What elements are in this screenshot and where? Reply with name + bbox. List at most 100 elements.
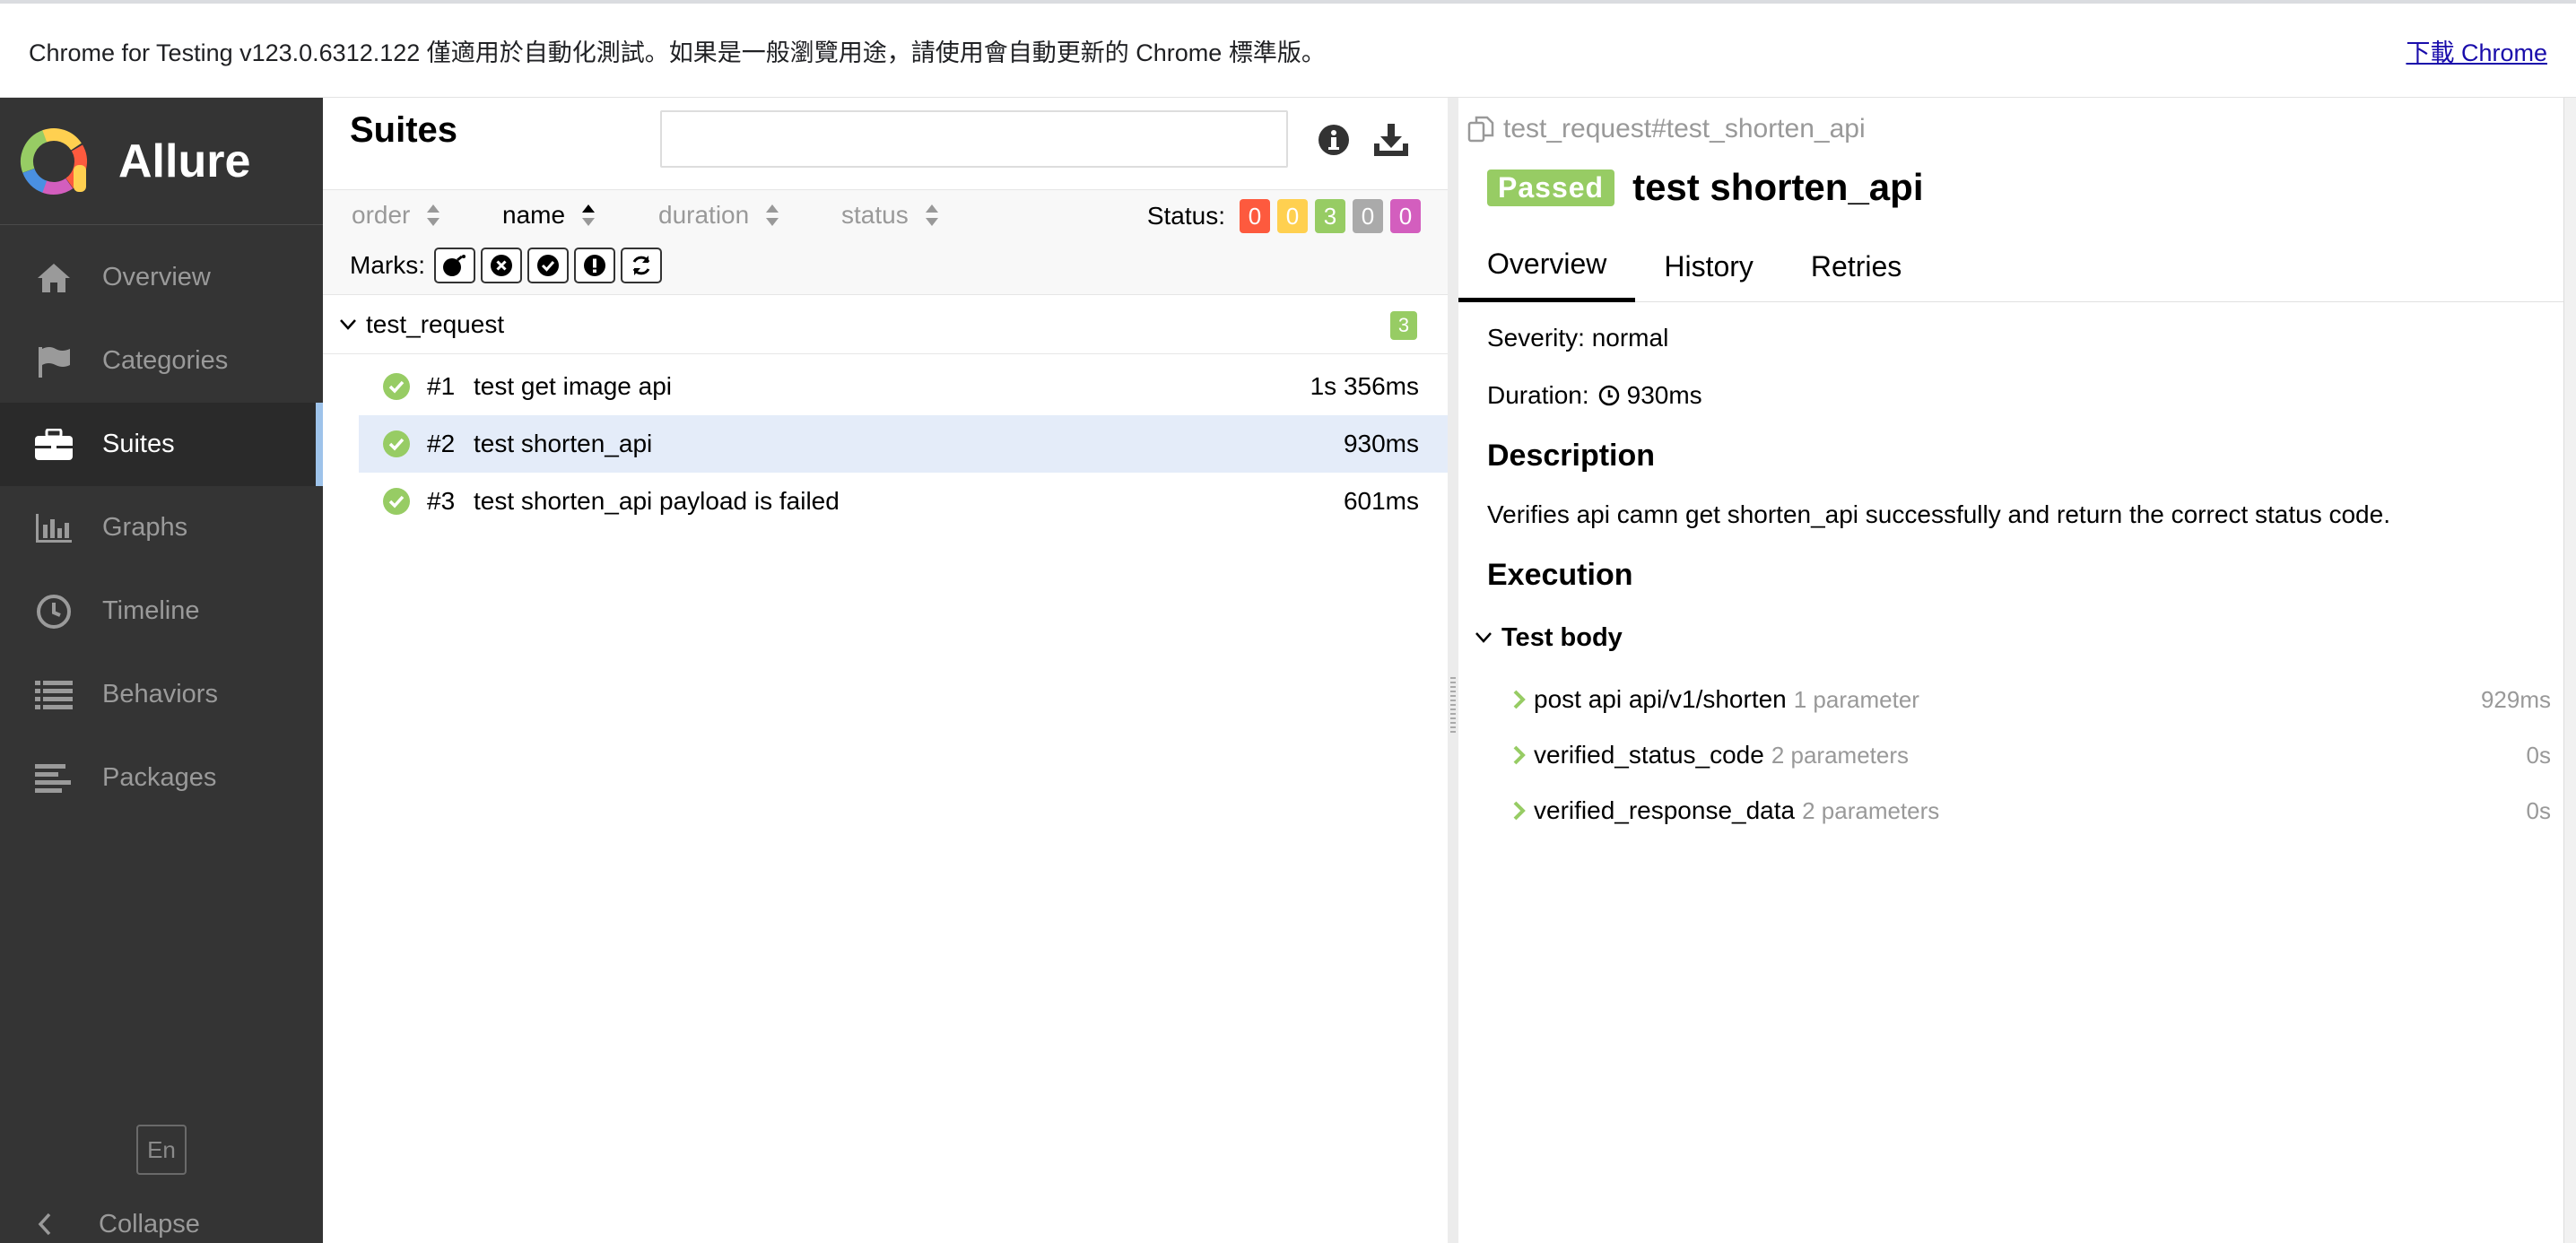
sidebar-item-label: Graphs [102,513,188,542]
passed-status-icon [383,373,410,400]
collapse-button[interactable]: Collapse [0,1196,323,1243]
retries-mark-button[interactable] [621,248,662,283]
step-params: 1 parameter [1793,685,1919,713]
status-filter-label: Status: [1146,202,1225,230]
sort-order[interactable]: order [352,201,440,230]
pane-splitter[interactable] [1448,98,1458,1243]
description-heading: Description [1487,439,1656,473]
execution-steps: Test body post api api/v1/shorten 1 para… [1475,618,2551,839]
sort-name-label: name [502,201,566,229]
list-icon [34,675,74,715]
download-chrome-link[interactable]: 下載 Chrome [2406,33,2547,68]
sidebar-item-graphs[interactable]: Graphs [0,486,323,569]
failed-count-badge[interactable]: 0 [1240,199,1270,233]
sidebar-item-categories[interactable]: Categories [0,319,323,403]
step-params: 2 parameters [1771,741,1910,769]
unknown-count-badge[interactable]: 0 [1390,199,1421,233]
severity: Severity: normal [1487,324,1669,352]
step-row[interactable]: verified_response_data 2 parameters 0s [1475,783,2551,839]
step-params: 2 parameters [1802,796,1940,824]
brand[interactable]: Allure [0,98,323,225]
passed-count-badge[interactable]: 3 [1315,199,1345,233]
suite-group-name: test_request [366,309,505,338]
passed-status-icon [383,488,410,515]
new-passed-mark-button[interactable] [527,248,569,283]
test-path: test_request#test_shorten_api [1467,114,1866,144]
step-duration: 929ms [2480,685,2551,713]
test-name: test shorten_api [474,430,653,457]
new-broken-mark-button[interactable] [574,248,615,283]
chevron-right-icon [1513,745,1526,765]
step-duration: 0s [2526,796,2551,824]
sort-name[interactable]: name [502,201,596,230]
sort-asc-icon [582,204,596,226]
sidebar-item-packages[interactable]: Packages [0,736,323,820]
flaky-mark-button[interactable] [434,248,475,283]
sidebar-item-timeline[interactable]: Timeline [0,569,323,653]
align-left-icon [34,759,74,798]
sort-status[interactable]: status [841,201,939,230]
language-button[interactable]: En [136,1125,187,1175]
brand-name: Allure [118,135,251,187]
sort-icon [766,204,779,226]
test-row[interactable]: #1 test get image api 1s 356ms [359,358,1448,415]
tab-history[interactable]: History [1635,230,1782,302]
test-result-pane: test_request#test_shorten_api Passed tes… [1458,98,2563,1243]
passed-status-icon [383,430,410,457]
broken-count-badge[interactable]: 0 [1277,199,1308,233]
duration: Duration: 930ms [1487,381,2554,410]
suites-toolbar: order name duration status Status: 0 0 3… [323,189,1448,295]
step-row[interactable]: post api api/v1/shorten 1 parameter 929m… [1475,672,2551,727]
tab-retries[interactable]: Retries [1782,230,1930,302]
sort-status-label: status [841,201,909,229]
suite-group-count-badge: 3 [1390,311,1417,340]
splitter-grip-icon [1450,677,1456,733]
search-input[interactable] [660,110,1288,168]
skipped-count-badge[interactable]: 0 [1353,199,1383,233]
sidebar-item-behaviors[interactable]: Behaviors [0,653,323,736]
flag-icon [34,342,74,381]
tab-overview[interactable]: Overview [1458,230,1636,302]
test-body-toggle[interactable]: Test body [1475,618,2551,657]
test-number: #1 [427,372,456,400]
step-name: verified_response_data [1534,796,1796,824]
test-number: #2 [427,430,456,457]
sidebar-item-label: Suites [102,430,175,458]
collapse-label: Collapse [99,1209,200,1239]
page-title: Suites [350,110,458,150]
chevron-right-icon [1513,801,1526,821]
test-row[interactable]: #3 test shorten_api payload is failed 60… [359,473,1448,530]
bar-chart-icon [34,508,74,548]
step-row[interactable]: verified_status_code 2 parameters 0s [1475,727,2551,783]
briefcase-icon [34,425,74,465]
suites-panel: Suites order name duration status Status… [323,98,1448,1243]
refresh-icon [632,256,650,275]
sidebar-item-label: Behaviors [102,680,218,708]
test-number: #3 [427,487,456,515]
test-title: test shorten_api [1632,166,1924,208]
sidebar-item-label: Packages [102,763,217,792]
clock-icon [1598,385,1619,406]
marks-label: Marks: [350,251,425,279]
home-icon [34,258,74,298]
sort-duration[interactable]: duration [658,201,779,230]
chevron-down-icon [1475,632,1492,643]
result-scrollbar[interactable] [2563,98,2576,1243]
download-icon[interactable] [1369,117,1414,162]
status-badge: Passed [1487,169,1615,206]
suite-group-row[interactable]: test_request 3 [323,295,1448,354]
check-circle-icon [537,255,559,276]
copy-icon[interactable] [1467,116,1494,143]
chrome-testing-infobar: Chrome for Testing v123.0.6312.122 僅適用於自… [0,0,2576,98]
duration-label: Duration: [1487,381,1589,409]
test-duration: 1s 356ms [1310,372,1419,400]
chevron-down-icon [340,318,356,330]
new-failed-mark-button[interactable] [481,248,522,283]
info-icon[interactable] [1311,117,1356,162]
sidebar-item-label: Timeline [102,596,200,625]
test-full-name: test_request#test_shorten_api [1503,114,1866,143]
test-row-selected[interactable]: #2 test shorten_api 930ms [359,415,1448,473]
sidebar-item-overview[interactable]: Overview [0,236,323,319]
sidebar-item-label: Categories [102,346,229,375]
sidebar-item-suites[interactable]: Suites [0,403,323,486]
